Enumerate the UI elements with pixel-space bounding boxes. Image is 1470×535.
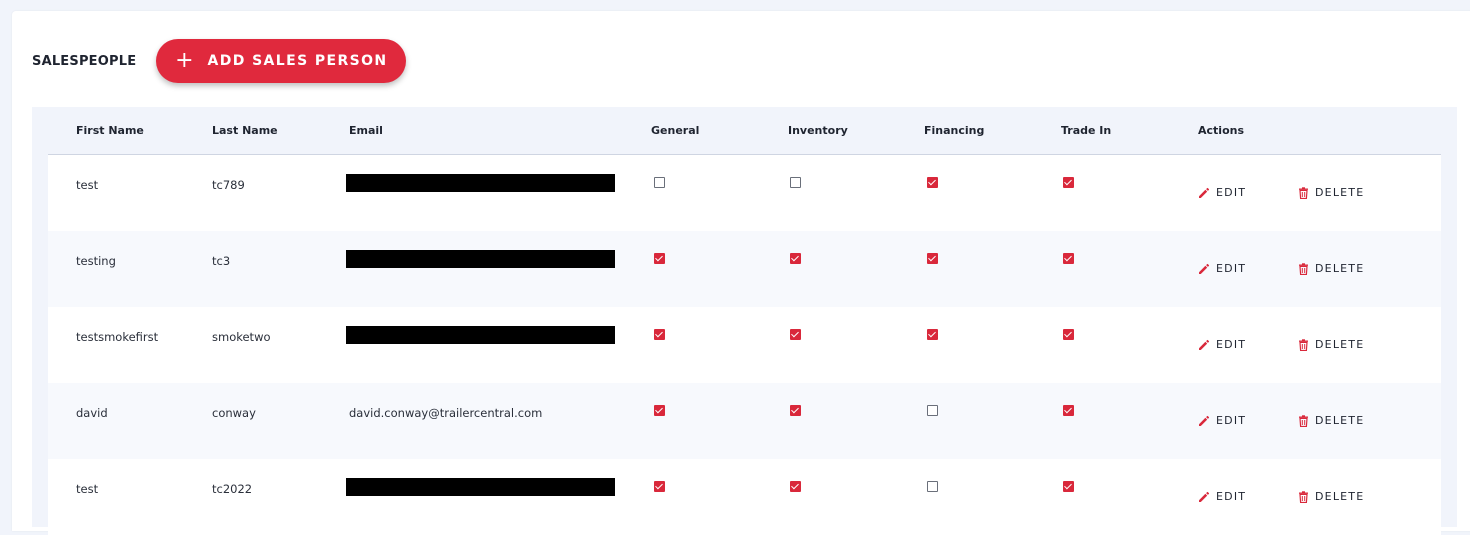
salespeople-table: First Name Last Name Email General Inven…	[32, 107, 1457, 535]
table-row: test tc789 EDIT DELETE	[48, 155, 1441, 231]
delete-label: DELETE	[1315, 338, 1365, 351]
pencil-icon	[1199, 415, 1210, 426]
last-name-cell: smoketwo	[212, 330, 271, 344]
column-header-financing: Financing	[924, 124, 985, 137]
column-header-inventory: Inventory	[788, 124, 848, 137]
table-row: david conway david.conway@trailercentral.c…	[48, 383, 1441, 459]
table-body: test tc789 EDIT DELETE testing tc3 EDIT DELETE t…	[48, 155, 1441, 535]
edit-label: EDIT	[1216, 186, 1247, 199]
trade-in-checkbox[interactable]	[1063, 481, 1074, 492]
inventory-checkbox[interactable]	[790, 253, 801, 264]
last-name-cell: conway	[212, 406, 256, 420]
table-row: test tc2022 EDIT DELETE	[48, 459, 1441, 535]
email-cell: david.conway@trailercentral.com	[349, 406, 543, 420]
edit-button[interactable]: EDIT	[1198, 490, 1246, 503]
pencil-icon	[1199, 187, 1210, 198]
general-checkbox[interactable]	[654, 253, 665, 264]
trash-icon	[1299, 186, 1308, 199]
delete-label: DELETE	[1315, 262, 1365, 275]
first-name-cell: test	[76, 178, 99, 192]
general-checkbox[interactable]	[654, 177, 665, 188]
delete-label: DELETE	[1315, 186, 1365, 199]
edit-button[interactable]: EDIT	[1198, 338, 1246, 351]
last-name-cell: tc789	[212, 178, 245, 192]
first-name-cell: test	[76, 482, 99, 496]
table-inner: First Name Last Name Email General Inven…	[48, 107, 1441, 535]
pencil-icon	[1199, 263, 1210, 274]
email-redacted	[346, 250, 615, 268]
financing-checkbox[interactable]	[927, 177, 938, 188]
page-title: SALESPEOPLE	[32, 53, 137, 69]
column-header-last-name: Last Name	[212, 124, 278, 137]
delete-button[interactable]: DELETE	[1298, 490, 1364, 503]
pencil-icon	[1199, 339, 1210, 350]
first-name-cell: testsmokefirst	[76, 330, 159, 344]
trash-icon	[1299, 490, 1308, 503]
trade-in-checkbox[interactable]	[1063, 253, 1074, 264]
last-name-cell: tc2022	[212, 482, 253, 496]
delete-button[interactable]: DELETE	[1298, 186, 1364, 199]
edit-label: EDIT	[1216, 414, 1247, 427]
last-name-cell: tc3	[212, 254, 231, 268]
email-redacted	[346, 174, 615, 192]
general-checkbox[interactable]	[654, 481, 665, 492]
edit-label: EDIT	[1216, 262, 1247, 275]
general-checkbox[interactable]	[654, 405, 665, 416]
edit-label: EDIT	[1216, 490, 1247, 503]
trade-in-checkbox[interactable]	[1063, 405, 1074, 416]
inventory-checkbox[interactable]	[790, 329, 801, 340]
edit-label: EDIT	[1216, 338, 1247, 351]
general-checkbox[interactable]	[654, 329, 665, 340]
plus-icon: +	[175, 48, 194, 73]
table-row: testsmokefirst smoketwo EDIT DELETE	[48, 307, 1441, 383]
table-header: First Name Last Name Email General Inven…	[48, 107, 1441, 155]
column-header-actions: Actions	[1198, 124, 1244, 137]
first-name-cell: david	[76, 406, 108, 420]
inventory-checkbox[interactable]	[790, 177, 801, 188]
header: SALESPEOPLE + ADD SALES PERSON	[32, 39, 407, 83]
financing-checkbox[interactable]	[927, 405, 938, 416]
delete-button[interactable]: DELETE	[1298, 414, 1364, 427]
trade-in-checkbox[interactable]	[1063, 177, 1074, 188]
inventory-checkbox[interactable]	[790, 481, 801, 492]
trash-icon	[1299, 338, 1308, 351]
trash-icon	[1299, 414, 1308, 427]
financing-checkbox[interactable]	[927, 329, 938, 340]
salespeople-card: SALESPEOPLE + ADD SALES PERSON First Nam…	[12, 11, 1470, 535]
edit-button[interactable]: EDIT	[1198, 186, 1246, 199]
delete-label: DELETE	[1315, 414, 1365, 427]
add-sales-person-label: ADD SALES PERSON	[207, 53, 388, 69]
trash-icon	[1299, 262, 1308, 275]
email-redacted	[346, 326, 615, 344]
delete-button[interactable]: DELETE	[1298, 262, 1364, 275]
table-row: testing tc3 EDIT DELETE	[48, 231, 1441, 307]
trade-in-checkbox[interactable]	[1063, 329, 1074, 340]
financing-checkbox[interactable]	[927, 481, 938, 492]
column-header-email: Email	[349, 124, 383, 137]
add-sales-person-button[interactable]: + ADD SALES PERSON	[156, 39, 407, 83]
first-name-cell: testing	[76, 254, 116, 268]
pencil-icon	[1199, 491, 1210, 502]
delete-button[interactable]: DELETE	[1298, 338, 1364, 351]
edit-button[interactable]: EDIT	[1198, 414, 1246, 427]
column-header-trade-in: Trade In	[1061, 124, 1112, 137]
edit-button[interactable]: EDIT	[1198, 262, 1246, 275]
inventory-checkbox[interactable]	[790, 405, 801, 416]
delete-label: DELETE	[1315, 490, 1365, 503]
email-redacted	[346, 478, 615, 496]
financing-checkbox[interactable]	[927, 253, 938, 264]
column-header-first-name: First Name	[76, 124, 144, 137]
column-header-general: General	[651, 124, 700, 137]
